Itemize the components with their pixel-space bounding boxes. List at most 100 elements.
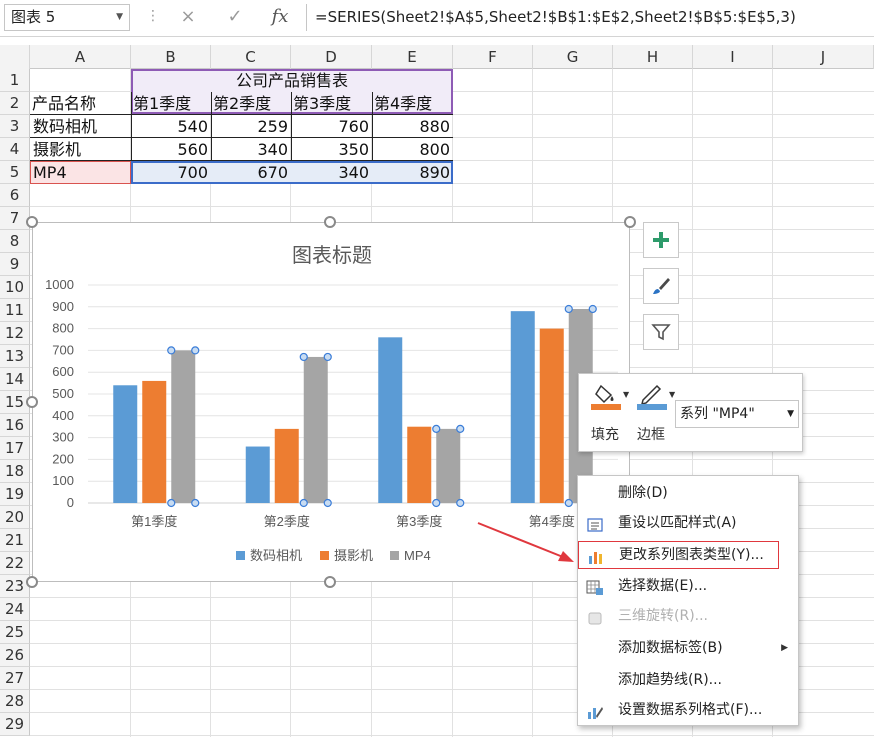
- row-header-16[interactable]: 16: [0, 414, 30, 437]
- row-header-20[interactable]: 20: [0, 506, 30, 529]
- row-header-23[interactable]: 23: [0, 575, 30, 598]
- resize-handle-top[interactable]: [324, 216, 336, 228]
- insert-function-icon[interactable]: fx: [268, 6, 292, 27]
- more-options-icon[interactable]: ⋮: [146, 8, 160, 24]
- row-header-12[interactable]: 12: [0, 322, 30, 345]
- resize-handle-bottom[interactable]: [324, 576, 336, 588]
- value-cell[interactable]: 560: [131, 138, 211, 161]
- row-header-14[interactable]: 14: [0, 368, 30, 391]
- menu-item-1[interactable]: 删除(D): [578, 479, 798, 507]
- bar-3-1[interactable]: [171, 350, 196, 503]
- table-title-cell[interactable]: 公司产品销售表: [131, 69, 453, 92]
- bar-1-4[interactable]: [510, 311, 535, 503]
- row-header-10[interactable]: 10: [0, 276, 30, 299]
- bar-1-1[interactable]: [113, 385, 138, 503]
- menu-item-4[interactable]: 选择数据(E)...: [578, 572, 798, 600]
- selection-handle[interactable]: [432, 424, 441, 433]
- selection-handle[interactable]: [456, 498, 465, 508]
- value-cell[interactable]: 760: [291, 115, 372, 138]
- bar-1-3[interactable]: [378, 337, 403, 503]
- header-cell[interactable]: 第4季度: [374, 92, 452, 115]
- chart-styles-button[interactable]: [643, 268, 679, 304]
- menu-item-2[interactable]: 重设以匹配样式(A): [578, 509, 798, 537]
- column-header-G[interactable]: G: [533, 45, 613, 69]
- resize-handle-bottom-left[interactable]: [26, 576, 38, 588]
- formula-input[interactable]: =SERIES(Sheet2!$A$5,Sheet2!$B$1:$E$2,She…: [306, 4, 874, 31]
- value-cell[interactable]: 350: [291, 138, 372, 161]
- value-cell[interactable]: 880: [372, 115, 453, 138]
- row-header-1[interactable]: 1: [0, 69, 30, 92]
- row-header-7[interactable]: 7: [0, 207, 30, 230]
- selection-handle[interactable]: [191, 498, 200, 508]
- row-header-21[interactable]: 21: [0, 529, 30, 552]
- selection-handle[interactable]: [299, 352, 308, 362]
- resize-handle-left[interactable]: [26, 396, 38, 408]
- enter-icon[interactable]: ✓: [223, 6, 247, 27]
- menu-item-7[interactable]: 添加趋势线(R)...: [578, 666, 798, 694]
- value-cell[interactable]: 670: [211, 161, 291, 184]
- name-box[interactable]: 图表 5 ▼: [4, 4, 130, 31]
- selection-handle[interactable]: [167, 498, 176, 508]
- bar-1-2[interactable]: [245, 446, 270, 503]
- header-cell[interactable]: 产品名称: [32, 92, 130, 115]
- bar-2-4[interactable]: [539, 328, 564, 503]
- chart-filters-button[interactable]: [643, 314, 679, 350]
- column-header-A[interactable]: A: [30, 45, 131, 69]
- value-cell[interactable]: 340: [211, 138, 291, 161]
- row-header-26[interactable]: 26: [0, 644, 30, 667]
- selection-handle[interactable]: [564, 304, 573, 314]
- selection-handle[interactable]: [323, 498, 332, 508]
- row-header-5[interactable]: 5: [0, 161, 30, 184]
- cancel-icon[interactable]: ×: [176, 6, 200, 27]
- row-header-4[interactable]: 4: [0, 138, 30, 161]
- menu-item-8[interactable]: 设置数据系列格式(F)...: [578, 696, 798, 724]
- chevron-down-icon[interactable]: ▼: [116, 5, 123, 30]
- column-header-F[interactable]: F: [453, 45, 533, 69]
- border-dropdown-icon[interactable]: ▼: [669, 390, 675, 399]
- bar-3-3[interactable]: [436, 428, 461, 503]
- resize-handle-top-left[interactable]: [26, 216, 38, 228]
- selection-handle[interactable]: [432, 498, 441, 508]
- column-header-J[interactable]: J: [773, 45, 874, 69]
- bar-2-1[interactable]: [142, 380, 167, 503]
- row-header-8[interactable]: 8: [0, 230, 30, 253]
- bar-2-2[interactable]: [274, 428, 299, 503]
- row-header-18[interactable]: 18: [0, 460, 30, 483]
- chart-elements-button[interactable]: [643, 222, 679, 258]
- row-header-11[interactable]: 11: [0, 299, 30, 322]
- value-cell[interactable]: 700: [131, 161, 211, 184]
- select-all-corner[interactable]: [0, 45, 30, 69]
- product-name-cell[interactable]: 摄影机: [33, 138, 129, 161]
- row-header-3[interactable]: 3: [0, 115, 30, 138]
- selection-handle[interactable]: [323, 352, 332, 362]
- bar-3-2[interactable]: [303, 356, 328, 503]
- bar-2-3[interactable]: [407, 426, 432, 503]
- fill-button[interactable]: ▼: [591, 382, 629, 416]
- value-cell[interactable]: 800: [372, 138, 453, 161]
- product-name-cell[interactable]: 数码相机: [33, 115, 129, 138]
- row-header-24[interactable]: 24: [0, 598, 30, 621]
- selection-handle[interactable]: [588, 304, 597, 314]
- row-header-29[interactable]: 29: [0, 713, 30, 736]
- border-button[interactable]: ▼: [637, 382, 675, 416]
- product-name-cell[interactable]: MP4: [33, 161, 129, 184]
- menu-item-6[interactable]: 添加数据标签(B) ▶: [578, 634, 798, 662]
- row-header-27[interactable]: 27: [0, 667, 30, 690]
- selection-handle[interactable]: [456, 424, 465, 433]
- header-cell[interactable]: 第2季度: [213, 92, 290, 115]
- chevron-down-icon[interactable]: ▼: [787, 401, 794, 427]
- column-header-C[interactable]: C: [211, 45, 291, 69]
- column-header-H[interactable]: H: [613, 45, 693, 69]
- value-cell[interactable]: 540: [131, 115, 211, 138]
- row-header-28[interactable]: 28: [0, 690, 30, 713]
- row-header-2[interactable]: 2: [0, 92, 30, 115]
- column-header-E[interactable]: E: [372, 45, 453, 69]
- selection-handle[interactable]: [299, 498, 308, 508]
- row-header-17[interactable]: 17: [0, 437, 30, 460]
- resize-handle-top-right[interactable]: [624, 216, 636, 228]
- header-cell[interactable]: 第1季度: [133, 92, 210, 115]
- row-header-25[interactable]: 25: [0, 621, 30, 644]
- row-header-9[interactable]: 9: [0, 253, 30, 276]
- value-cell[interactable]: 890: [372, 161, 453, 184]
- column-header-D[interactable]: D: [291, 45, 372, 69]
